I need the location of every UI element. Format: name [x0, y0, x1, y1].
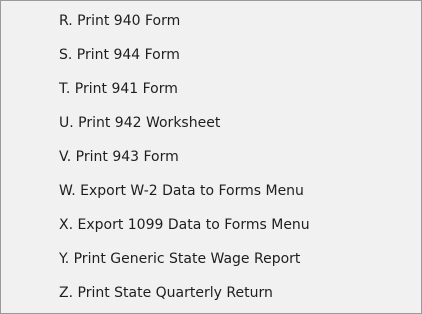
menu-item-print-generic-state-wage-report[interactable]: Y. Print Generic State Wage Report [1, 242, 421, 276]
dropdown-menu: R. Print 940 Form S. Print 944 Form T. P… [0, 0, 422, 314]
menu-list: R. Print 940 Form S. Print 944 Form T. P… [1, 4, 421, 310]
menu-item-print-942-worksheet[interactable]: U. Print 942 Worksheet [1, 106, 421, 140]
menu-item-print-940-form[interactable]: R. Print 940 Form [1, 4, 421, 38]
menu-item-export-1099-data[interactable]: X. Export 1099 Data to Forms Menu [1, 208, 421, 242]
menu-item-export-w2-data[interactable]: W. Export W-2 Data to Forms Menu [1, 174, 421, 208]
menu-item-print-941-form[interactable]: T. Print 941 Form [1, 72, 421, 106]
menu-item-print-943-form[interactable]: V. Print 943 Form [1, 140, 421, 174]
menu-item-print-944-form[interactable]: S. Print 944 Form [1, 38, 421, 72]
menu-item-print-state-quarterly-return[interactable]: Z. Print State Quarterly Return [1, 276, 421, 310]
